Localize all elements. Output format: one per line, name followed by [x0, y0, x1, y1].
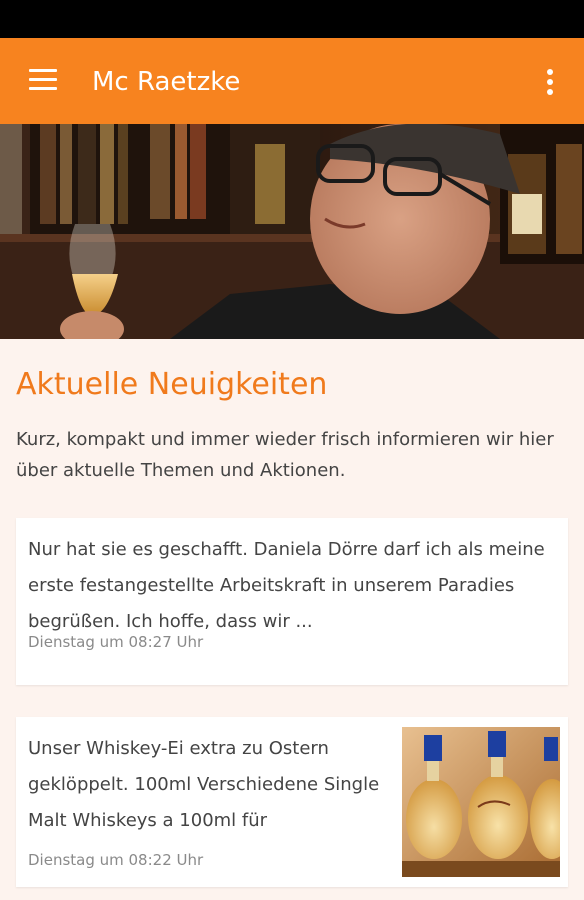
overflow-dot: [547, 89, 553, 95]
menu-line: [29, 87, 57, 90]
overflow-dot: [547, 69, 553, 75]
app-title: Mc Raetzke: [92, 67, 241, 97]
hero-image: [0, 124, 584, 339]
menu-line: [29, 69, 57, 72]
news-card[interactable]: Unser Whiskey-Ei extra zu Ostern geklöpp…: [16, 717, 568, 887]
whiskey-egg-photo: [402, 727, 560, 877]
news-text: Nur hat sie es geschafft. Daniela Dörre …: [28, 539, 545, 632]
hamburger-menu-icon[interactable]: [20, 60, 64, 100]
news-time: Dienstag um 08:27 Uhr: [28, 633, 204, 651]
hero-photo: [0, 124, 584, 339]
news-text: Unser Whiskey-Ei extra zu Ostern geklöpp…: [28, 738, 380, 831]
content-area: Aktuelle Neuigkeiten Kurz, kompakt und i…: [0, 339, 584, 900]
menu-line: [29, 78, 57, 81]
app-bar: Mc Raetzke: [0, 38, 584, 124]
news-card[interactable]: Nur hat sie es geschafft. Daniela Dörre …: [16, 518, 568, 685]
overflow-dot: [547, 79, 553, 85]
news-time: Dienstag um 08:22 Uhr: [28, 851, 204, 869]
status-bar: [0, 0, 584, 38]
section-title: Aktuelle Neuigkeiten: [16, 367, 328, 402]
section-description: Kurz, kompakt und immer wieder frisch in…: [16, 429, 554, 481]
news-thumbnail: [402, 727, 560, 877]
more-vertical-icon[interactable]: [534, 62, 566, 102]
